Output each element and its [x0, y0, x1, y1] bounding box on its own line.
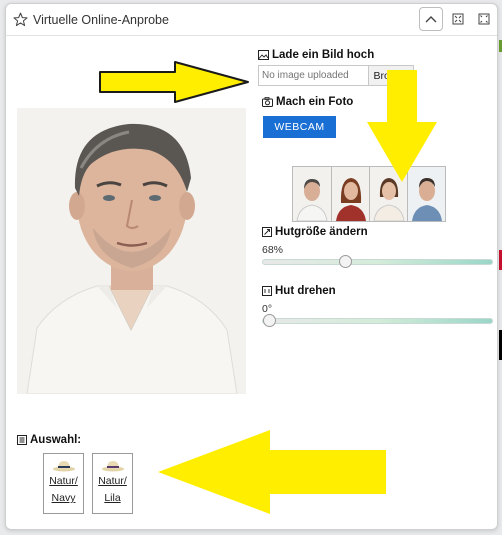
annotation-arrow-down — [367, 70, 437, 182]
annotation-arrow-right — [99, 61, 249, 103]
annotation-arrow-left — [158, 430, 386, 514]
annotation-arrows — [99, 61, 437, 514]
